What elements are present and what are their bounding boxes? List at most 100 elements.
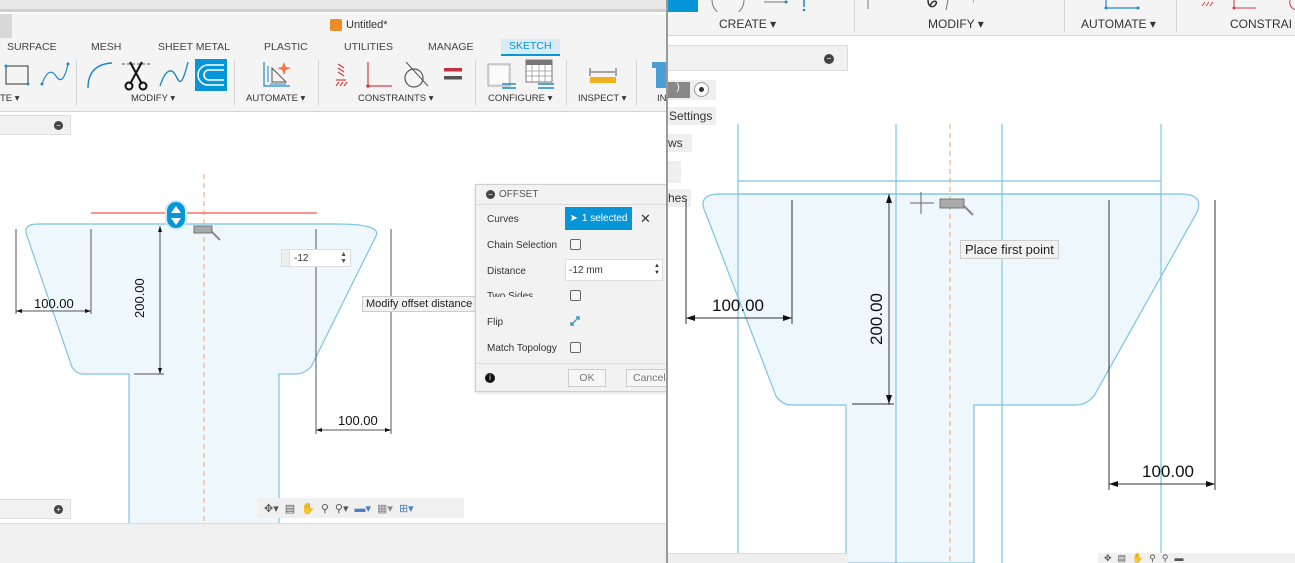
create-tools[interactable] <box>708 0 808 12</box>
group-configure-label[interactable]: CONFIGURE ▾ <box>488 93 552 104</box>
offset-inline-input[interactable]: -12 ▲ ▼ <box>281 249 351 267</box>
distance-input[interactable]: -12 mm ▲ ▼ <box>565 259 663 281</box>
fit-icon[interactable]: ⚲▾ <box>335 502 349 515</box>
display-settings-icon[interactable]: ▬ <box>1174 553 1183 563</box>
distance-value[interactable]: -12 mm <box>569 265 654 276</box>
radio-icon[interactable] <box>694 82 709 97</box>
viewports-icon[interactable]: ⊞▾ <box>399 502 414 515</box>
group-automate-label[interactable]: AUTOMATE ▾ <box>246 93 305 104</box>
dimension-right-width[interactable]: 100.00 <box>1142 462 1194 482</box>
group-constraints-label[interactable]: CONSTRAI <box>1230 17 1292 31</box>
ribbon-separator <box>318 60 319 106</box>
expand-icon[interactable]: + <box>54 505 63 514</box>
fillet-icon <box>87 62 113 89</box>
group-inspect-label[interactable]: INSPECT ▾ <box>578 93 626 104</box>
ribbon-separator <box>1064 0 1065 32</box>
offset-dialog-header[interactable]: − OFFSET <box>476 185 666 205</box>
ribbon-separator <box>854 0 855 32</box>
spinner-icon[interactable]: ▲ ▼ <box>654 263 662 277</box>
modify-tools[interactable] <box>864 0 974 12</box>
comments-panel-header[interactable]: + <box>0 499 71 519</box>
active-tool-icon[interactable] <box>668 0 698 12</box>
grid-settings-icon[interactable]: ▦▾ <box>377 502 393 515</box>
right-fusion-window: CREATE ▾ MODIFY ▾ AUTOMATE ▾ CONSTRAI − … <box>666 0 1295 563</box>
tab-sketch[interactable]: SKETCH <box>501 39 560 56</box>
zoom-icon[interactable]: ⚲ <box>321 502 329 515</box>
chain-selection-checkbox[interactable] <box>570 239 581 250</box>
left-fusion-window: Untitled* SURFACE MESH SHEET METAL PLAST… <box>0 0 666 563</box>
create-tools[interactable] <box>2 60 72 90</box>
dimension-right-width[interactable]: 100.00 <box>338 413 378 428</box>
offset-dialog-title: OFFSET <box>499 189 539 200</box>
browser-visibility-row: ) <box>668 80 716 100</box>
coincident-icon <box>367 62 392 87</box>
toggle-icon[interactable]: ) <box>668 82 690 98</box>
group-modify-label[interactable]: MODIFY ▾ <box>928 17 984 31</box>
trim-icon <box>122 61 150 91</box>
look-at-icon[interactable]: ▤ <box>1118 553 1127 563</box>
two-sides-checkbox[interactable] <box>570 290 581 301</box>
pan-icon[interactable]: ✋ <box>301 502 315 515</box>
flip-icon[interactable] <box>569 315 581 327</box>
group-create-label[interactable]: TE ▾ <box>0 93 20 104</box>
navigation-toolbar: ✥▾ ▤ ✋ ⚲ ⚲▾ ▬▾ ▦▾ ⊞▾ <box>258 498 464 518</box>
measure-icon[interactable] <box>588 66 618 86</box>
curves-selection-button[interactable]: ➤ 1 selected <box>565 207 632 230</box>
collapse-icon[interactable]: − <box>486 190 495 199</box>
tab-manage[interactable]: MANAGE <box>428 41 474 53</box>
display-settings-icon[interactable]: ▬▾ <box>355 502 372 515</box>
browser-panel-header[interactable]: − <box>668 45 848 71</box>
rectangle-icon <box>5 65 29 85</box>
dimension-height[interactable]: 200.00 <box>867 293 887 345</box>
tab-mesh[interactable]: MESH <box>91 41 121 53</box>
document-tab-stub[interactable] <box>0 14 12 38</box>
document-title-text: Untitled* <box>346 19 388 31</box>
document-cube-icon <box>330 19 342 31</box>
constraint-tools[interactable] <box>332 60 464 90</box>
ribbon: SURFACE MESH SHEET METAL PLASTIC UTILITI… <box>0 38 666 112</box>
cancel-button[interactable]: Cancel <box>626 369 666 387</box>
dimension-left-width[interactable]: 100.00 <box>34 296 74 311</box>
clear-selection-icon[interactable]: ✕ <box>640 211 651 227</box>
insert-icon[interactable] <box>648 60 666 90</box>
modify-tools[interactable] <box>84 58 229 92</box>
orbit-icon[interactable]: ✥▾ <box>264 502 279 515</box>
match-topology-label: Match Topology <box>487 343 557 354</box>
pan-icon[interactable]: ✋ <box>1132 553 1143 563</box>
zoom-icon[interactable]: ⚲ <box>1149 553 1156 563</box>
info-icon[interactable]: i <box>485 373 495 383</box>
tab-utilities[interactable]: UTILITIES <box>344 41 393 53</box>
equal-icon <box>444 68 462 72</box>
ribbon-separator <box>636 60 637 106</box>
automate-icon[interactable] <box>260 58 294 90</box>
configure-tools[interactable] <box>486 58 556 92</box>
tab-plastic[interactable]: PLASTIC <box>264 41 308 53</box>
look-at-icon[interactable]: ▤ <box>285 502 295 515</box>
dimension-left-width[interactable]: 100.00 <box>712 296 764 316</box>
group-modify-label[interactable]: MODIFY ▾ <box>131 93 175 104</box>
comments-panel-header[interactable] <box>668 553 848 563</box>
dimension-height[interactable]: 200.00 <box>132 278 147 318</box>
orbit-icon[interactable]: ✥ <box>1104 553 1112 563</box>
ok-button[interactable]: OK <box>568 369 606 387</box>
spinner-icon[interactable]: ▲ ▼ <box>340 251 350 265</box>
group-constraints-label[interactable]: CONSTRAINTS ▾ <box>358 93 434 104</box>
tab-surface[interactable]: SURFACE <box>7 41 57 53</box>
group-create-label[interactable]: CREATE ▾ <box>719 17 776 31</box>
group-insert-label[interactable]: IN <box>657 93 666 104</box>
fit-icon[interactable]: ⚲ <box>1162 553 1169 563</box>
window-top-strip <box>0 0 666 12</box>
dialog-divider <box>476 363 666 364</box>
collapse-icon[interactable]: − <box>824 54 834 64</box>
automate-icon[interactable] <box>1102 0 1142 12</box>
sketch-canvas-right[interactable] <box>668 110 1295 563</box>
offset-drag-handle <box>165 200 187 230</box>
sketch-profile <box>25 223 378 524</box>
match-topology-checkbox[interactable] <box>570 342 581 353</box>
constraint-tools[interactable] <box>1198 0 1295 12</box>
fix-constraint-icon <box>335 63 348 87</box>
offset-inline-value[interactable]: -12 <box>290 253 340 264</box>
group-automate-label[interactable]: AUTOMATE ▾ <box>1081 17 1156 31</box>
ribbon-separator <box>234 60 235 106</box>
tab-sheet-metal[interactable]: SHEET METAL <box>158 41 230 53</box>
